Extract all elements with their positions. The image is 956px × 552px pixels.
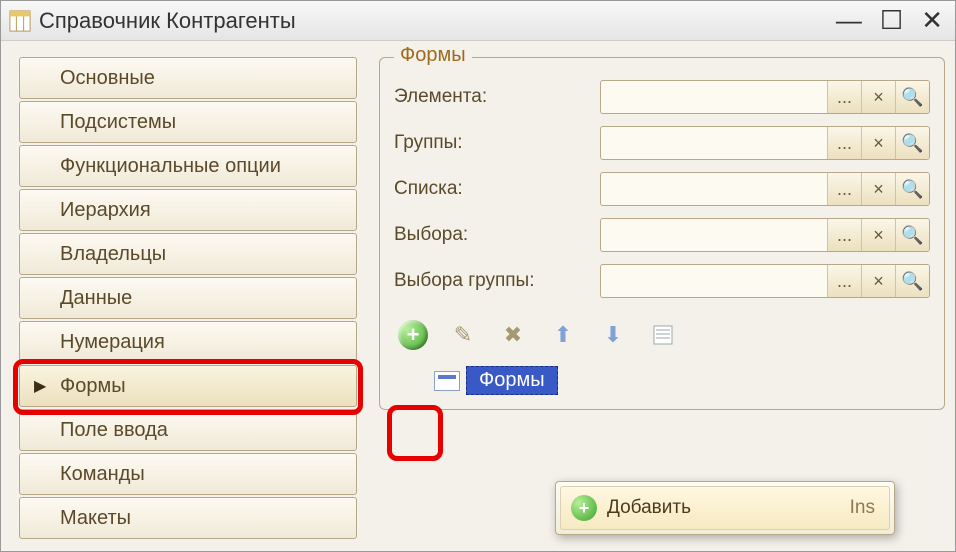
window: Справочник Контрагенты — ☐ ✕ Основные По… <box>0 0 956 552</box>
move-down-icon[interactable]: ⬇ <box>598 320 628 350</box>
forms-toolbar: + ✎ ✖ ⬆ ⬇ <box>394 320 930 350</box>
clear-button[interactable]: × <box>861 265 895 297</box>
sidebar-item-label: Команды <box>60 463 145 486</box>
ellipsis-button[interactable]: ... <box>827 265 861 297</box>
search-button[interactable]: 🔍 <box>895 219 929 251</box>
clear-button[interactable]: × <box>861 127 895 159</box>
context-menu-label: Добавить <box>607 497 691 519</box>
form-label: Выбора: <box>394 224 594 246</box>
sidebar-item-label: Владельцы <box>60 243 166 266</box>
context-menu-add[interactable]: + Добавить Ins <box>560 486 890 530</box>
form-row-group-choice: Выбора группы: ... × 🔍 <box>394 264 930 298</box>
search-button[interactable]: 🔍 <box>895 173 929 205</box>
move-up-icon[interactable]: ⬆ <box>548 320 578 350</box>
search-button[interactable]: 🔍 <box>895 127 929 159</box>
sidebar-item-templates[interactable]: Макеты <box>19 497 357 539</box>
ellipsis-button[interactable]: ... <box>827 81 861 113</box>
caret-icon: ▶ <box>34 376 46 396</box>
sidebar-item-label: Иерархия <box>60 199 151 222</box>
main-panel: Формы Элемента: ... × 🔍 Группы: ... <box>357 57 945 541</box>
plus-icon: + <box>571 495 597 521</box>
sidebar-item-numbering[interactable]: Нумерация <box>19 321 357 363</box>
maximize-button[interactable]: ☐ <box>880 5 903 36</box>
form-item-icon <box>434 371 460 391</box>
sidebar-item-data[interactable]: Данные <box>19 277 357 319</box>
form-row-list: Списка: ... × 🔍 <box>394 172 930 206</box>
close-button[interactable]: ✕ <box>921 5 943 36</box>
sidebar-item-label: Данные <box>60 287 132 310</box>
sidebar-item-subsystems[interactable]: Подсистемы <box>19 101 357 143</box>
sidebar-item-label: Нумерация <box>60 331 165 354</box>
window-title: Справочник Контрагенты <box>39 8 836 34</box>
minimize-button[interactable]: — <box>836 5 862 36</box>
context-menu: + Добавить Ins <box>555 481 895 535</box>
delete-icon[interactable]: ✖ <box>498 320 528 350</box>
forms-item-row: Формы <box>394 366 930 395</box>
sidebar-item-owners[interactable]: Владельцы <box>19 233 357 275</box>
choice-form-input[interactable]: ... × 🔍 <box>600 218 930 252</box>
list-icon[interactable] <box>648 320 678 350</box>
content: Основные Подсистемы Функциональные опции… <box>1 41 955 551</box>
app-icon <box>9 10 31 32</box>
edit-icon[interactable]: ✎ <box>448 320 478 350</box>
form-row-choice: Выбора: ... × 🔍 <box>394 218 930 252</box>
sidebar-item-hierarchy[interactable]: Иерархия <box>19 189 357 231</box>
sidebar-item-label: Макеты <box>60 507 131 530</box>
sidebar-item-main[interactable]: Основные <box>19 57 357 99</box>
form-row-group: Группы: ... × 🔍 <box>394 126 930 160</box>
sidebar-item-commands[interactable]: Команды <box>19 453 357 495</box>
group-form-input[interactable]: ... × 🔍 <box>600 126 930 160</box>
sidebar-item-label: Формы <box>60 375 126 398</box>
clear-button[interactable]: × <box>861 219 895 251</box>
search-button[interactable]: 🔍 <box>895 265 929 297</box>
context-menu-shortcut: Ins <box>850 497 875 519</box>
clear-button[interactable]: × <box>861 81 895 113</box>
sidebar-item-input-field[interactable]: Поле ввода <box>19 409 357 451</box>
group-choice-form-input[interactable]: ... × 🔍 <box>600 264 930 298</box>
add-button[interactable]: + <box>398 320 428 350</box>
ellipsis-button[interactable]: ... <box>827 127 861 159</box>
sidebar-item-label: Подсистемы <box>60 111 176 134</box>
forms-group: Формы Элемента: ... × 🔍 Группы: ... <box>379 57 945 410</box>
form-label: Группы: <box>394 132 594 154</box>
search-button[interactable]: 🔍 <box>895 81 929 113</box>
window-buttons: — ☐ ✕ <box>836 5 943 36</box>
sidebar-item-label: Функциональные опции <box>60 155 281 178</box>
list-form-input[interactable]: ... × 🔍 <box>600 172 930 206</box>
form-row-element: Элемента: ... × 🔍 <box>394 80 930 114</box>
sidebar-item-forms[interactable]: ▶ Формы <box>19 365 357 407</box>
ellipsis-button[interactable]: ... <box>827 173 861 205</box>
element-form-input[interactable]: ... × 🔍 <box>600 80 930 114</box>
clear-button[interactable]: × <box>861 173 895 205</box>
sidebar-item-label: Поле ввода <box>60 419 168 442</box>
form-item-badge[interactable]: Формы <box>466 366 558 395</box>
form-label: Списка: <box>394 178 594 200</box>
form-label: Элемента: <box>394 86 594 108</box>
ellipsis-button[interactable]: ... <box>827 219 861 251</box>
sidebar-item-label: Основные <box>60 67 155 90</box>
sidebar: Основные Подсистемы Функциональные опции… <box>19 57 357 541</box>
sidebar-item-functional-options[interactable]: Функциональные опции <box>19 145 357 187</box>
titlebar: Справочник Контрагенты — ☐ ✕ <box>1 1 955 41</box>
form-label: Выбора группы: <box>394 270 594 292</box>
group-title: Формы <box>394 44 472 67</box>
